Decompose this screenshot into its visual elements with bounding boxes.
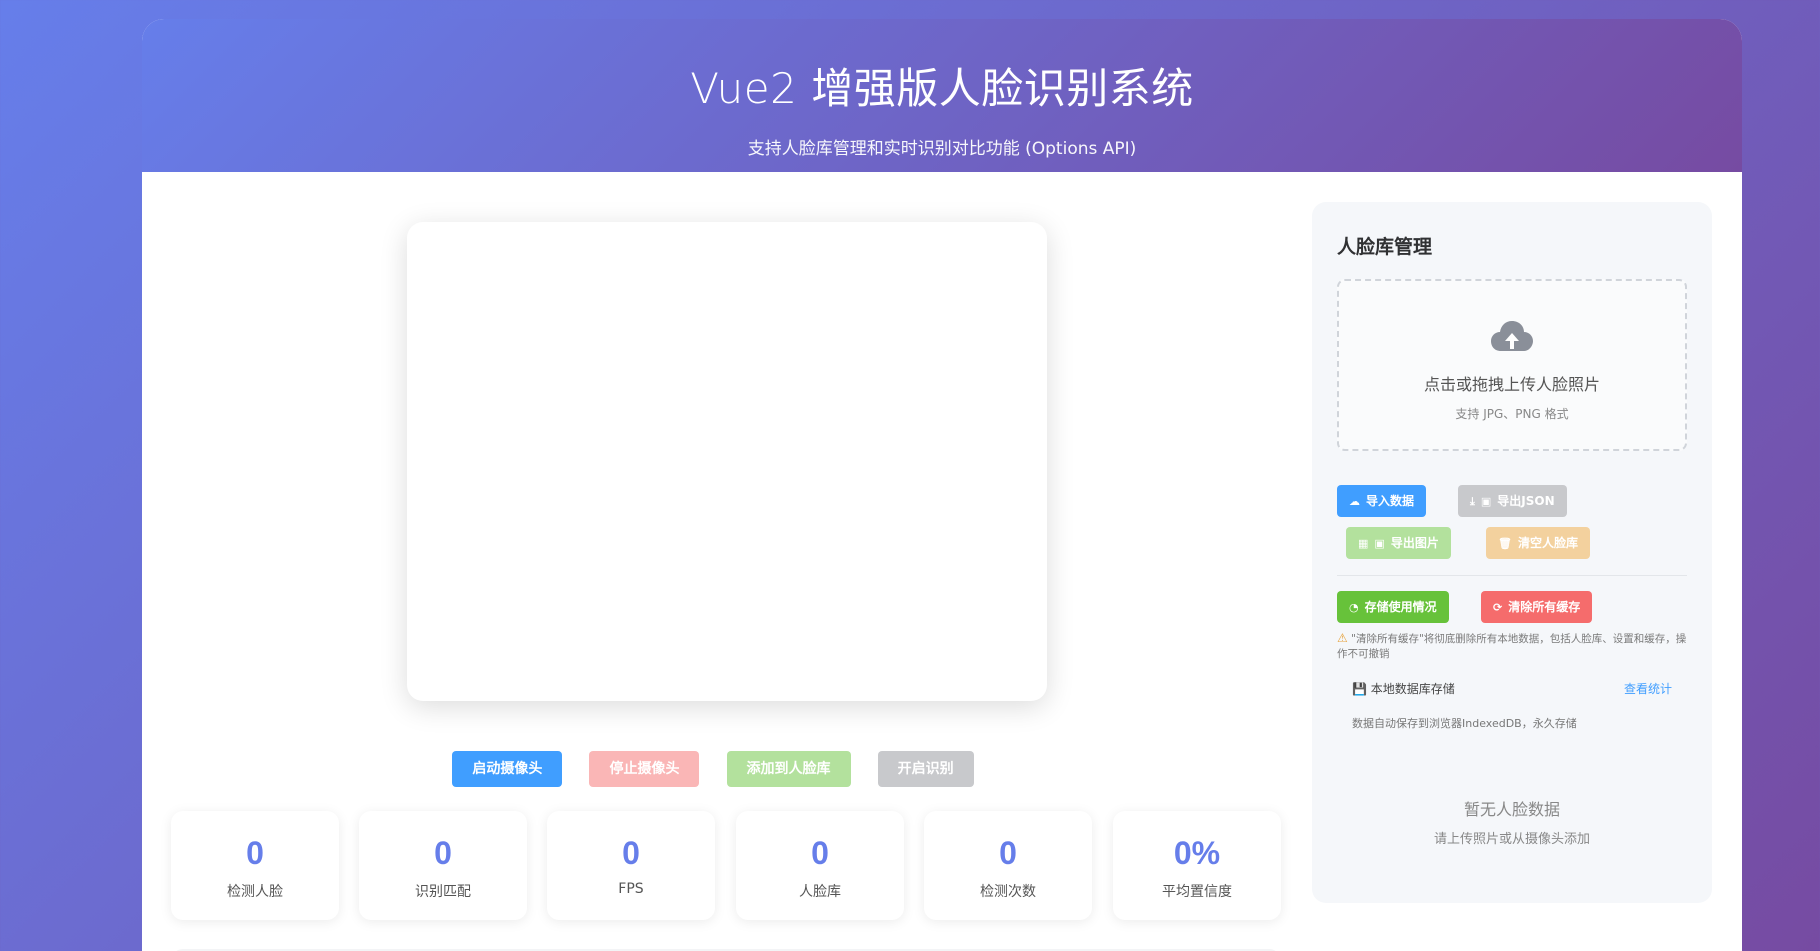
- pie-chart-icon: ◔: [1349, 601, 1359, 614]
- db-description: 数据自动保存到浏览器IndexedDB，永久存储: [1352, 717, 1577, 730]
- stat-value: 0: [434, 835, 452, 871]
- camera-video-area: [407, 222, 1047, 701]
- upload-format-hint: 支持 JPG、PNG 格式: [1455, 407, 1569, 421]
- export-images-label: 导出图片: [1390, 536, 1439, 550]
- stats-grid: 0 检测人脸 0 识别匹配 0 FPS 0 人脸库 0 检测次数 0% 平均置信…: [171, 811, 1281, 920]
- storage-usage-label: 存储使用情况: [1364, 600, 1437, 614]
- clear-library-label: 清空人脸库: [1517, 536, 1578, 550]
- clear-cache-label: 清除所有缓存: [1508, 600, 1581, 614]
- stat-card-avg-confidence: 0% 平均置信度: [1113, 811, 1281, 920]
- clear-library-button[interactable]: 🗑 清空人脸库: [1486, 527, 1590, 559]
- start-recognition-button[interactable]: 开启识别: [877, 751, 974, 787]
- cache-warning: ⚠ "清除所有缓存"将彻底删除所有本地数据，包括人脸库、设置和缓存，操作不可撤销: [1337, 631, 1687, 662]
- warning-icon: ⚠: [1337, 631, 1348, 645]
- stat-label: 检测人脸: [227, 884, 283, 900]
- page-subtitle: 支持人脸库管理和实时识别对比功能 (Options API): [747, 139, 1137, 159]
- panel-title: 人脸库管理: [1337, 236, 1433, 258]
- camera-controls: 启动摄像头 停止摄像头 添加到人脸库 开启识别: [142, 751, 1284, 787]
- stop-camera-button[interactable]: 停止摄像头: [589, 751, 700, 787]
- page-title: Vue2 增强版人脸识别系统: [690, 64, 1194, 113]
- stat-label: 平均置信度: [1162, 884, 1232, 900]
- storage-usage-button[interactable]: ◔ 存储使用情况: [1337, 591, 1449, 623]
- cache-warning-text: "清除所有缓存"将彻底删除所有本地数据，包括人脸库、设置和缓存，操作不可撤销: [1337, 633, 1687, 660]
- empty-title: 暂无人脸数据: [1463, 800, 1560, 819]
- export-json-button[interactable]: ⤓ ▣ 导出JSON: [1458, 485, 1567, 517]
- cloud-upload-icon: [1339, 319, 1685, 359]
- stat-label: 人脸库: [799, 884, 841, 900]
- stat-label: 检测次数: [980, 884, 1036, 900]
- stat-label: FPS: [618, 881, 644, 897]
- stat-value: 0: [999, 835, 1017, 871]
- download-icon: ⤓: [1470, 495, 1475, 508]
- stat-card-detected-faces: 0 检测人脸: [171, 811, 339, 920]
- start-camera-button[interactable]: 启动摄像头: [452, 751, 563, 787]
- page-header: Vue2 增强版人脸识别系统 支持人脸库管理和实时识别对比功能 (Options…: [142, 19, 1742, 172]
- empty-hint: 请上传照片或从摄像头添加: [1433, 832, 1590, 847]
- picture-icon: ▣: [1374, 537, 1385, 550]
- upload-primary-text: 点击或拖拽上传人脸照片: [1423, 375, 1600, 394]
- face-library-panel: 人脸库管理 点击或拖拽上传人脸照片 支持 JPG、PNG 格式 ☁ 导入数据 ⤓ ▣…: [1312, 202, 1712, 903]
- floppy-icon: ▣: [1480, 495, 1492, 508]
- import-data-label: 导入数据: [1366, 494, 1415, 508]
- stat-label: 识别匹配: [415, 884, 471, 900]
- import-data-button[interactable]: ☁ 导入数据: [1337, 485, 1427, 517]
- stat-card-detection-count: 0 检测次数: [924, 811, 1092, 920]
- stat-card-matches: 0 识别匹配: [359, 811, 527, 920]
- stat-value: 0: [246, 835, 264, 871]
- local-db-info: 💾 本地数据库存储 查看统计 数据自动保存到浏览器IndexedDB，永久存储: [1352, 680, 1672, 731]
- upload-dropzone[interactable]: 点击或拖拽上传人脸照片 支持 JPG、PNG 格式: [1337, 279, 1687, 451]
- stat-value: 0%: [1173, 835, 1221, 871]
- image-icon: ▦: [1358, 537, 1369, 550]
- stat-card-fps: 0 FPS: [547, 811, 715, 920]
- floppy-disk-icon: 💾: [1352, 682, 1367, 696]
- add-to-library-button[interactable]: 添加到人脸库: [726, 751, 851, 787]
- stat-value: 0: [622, 835, 640, 871]
- export-images-button[interactable]: ▦ ▣ 导出图片: [1346, 527, 1451, 559]
- stat-value: 0: [811, 835, 829, 871]
- trash-icon: 🗑: [1498, 537, 1512, 550]
- export-json-label: 导出JSON: [1497, 494, 1555, 508]
- refresh-icon: ⟳: [1493, 601, 1503, 614]
- app-container: Vue2 增强版人脸识别系统 支持人脸库管理和实时识别对比功能 (Options…: [142, 19, 1742, 951]
- stat-card-library: 0 人脸库: [736, 811, 904, 920]
- panel-divider: [1337, 575, 1687, 576]
- empty-state: 暂无人脸数据 请上传照片或从摄像头添加: [1312, 796, 1712, 847]
- db-title: 本地数据库存储: [1370, 682, 1455, 696]
- view-stats-link[interactable]: 查看统计: [1624, 680, 1672, 697]
- clear-cache-button[interactable]: ⟳ 清除所有缓存: [1481, 591, 1593, 623]
- cloud-icon: ☁: [1349, 495, 1360, 508]
